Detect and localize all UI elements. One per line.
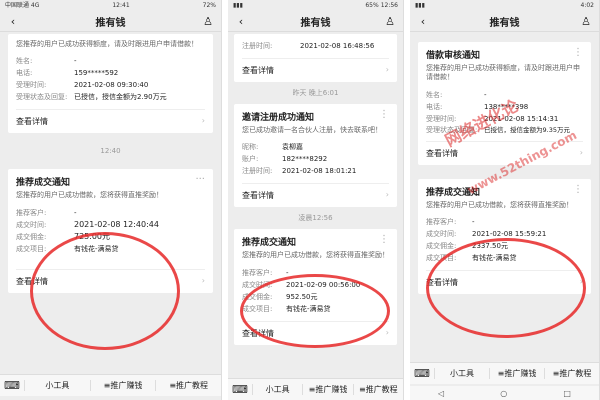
card-desc: 您推荐的用户已成功获得额度，请及时跟进用户申请借款！	[16, 40, 198, 48]
keyboard-icon[interactable]: ⌨	[228, 383, 252, 396]
timestamp-divider: 12:40	[100, 147, 121, 156]
status-bar: ▮▮▮ 65% 12:56	[228, 0, 403, 12]
status-bar: ▮▮▮ 4:02	[410, 0, 599, 12]
battery-label: 65%	[365, 2, 379, 9]
back-icon[interactable]: ‹	[416, 15, 430, 28]
keyboard-icon[interactable]: ⌨	[0, 379, 24, 392]
invite-success-card: ⋮ 邀请注册成功通知 您已成功邀请一名合伙人注册，快去联系吧！ 昵称: 袁柳嘉 账…	[234, 104, 397, 208]
tab-tools[interactable]: 小工具	[24, 380, 90, 391]
title-bar: ‹ 推有钱 ♙	[228, 12, 403, 32]
timestamp-divider: 凌晨12:56	[298, 214, 333, 223]
back-icon[interactable]: ‹	[234, 15, 248, 28]
card-title: 借款审核通知	[426, 51, 481, 61]
tab-tools[interactable]: 小工具	[434, 368, 489, 379]
card-row: 姓名: -	[16, 57, 77, 66]
card-row: 受理状态及回复: 已授信，授信金额为2.90万元	[16, 93, 167, 102]
bottom-tab-bar: ⌨ 小工具 ≡推广赚钱 ≡推广教程	[228, 378, 403, 400]
card-row: 昵称: 袁柳嘉	[242, 143, 303, 152]
bottom-tab-bar: ⌨ 小工具 ≡推广赚钱 ≡推广教程	[410, 362, 599, 384]
more-icon[interactable]: ⋮	[573, 184, 583, 195]
signal-icon: ▮▮▮	[233, 2, 243, 9]
clock: 12:56	[380, 2, 398, 9]
page-title: 推有钱	[95, 18, 126, 29]
back-icon[interactable]: ‹	[6, 15, 20, 28]
phone-screenshot-1: 中国联通 4G 12:41 72% ‹ 推有钱 ♙ 您推荐的用户已成功获得额度，…	[0, 0, 222, 400]
card-desc: 您推荐的用户已成功借款，您将获得直推奖励！	[426, 200, 573, 209]
keyboard-icon[interactable]: ⌨	[410, 367, 434, 380]
phone-screenshot-2: ▮▮▮ 65% 12:56 ‹ 推有钱 ♙ 注册时间: 2021-02-08 16:…	[228, 0, 404, 400]
profile-icon[interactable]: ♙	[383, 15, 397, 28]
clock: 12:41	[112, 2, 130, 9]
more-icon[interactable]: ⋮	[379, 234, 389, 245]
register-card-partial: 注册时间: 2021-02-08 16:48:56 查看详情 ›	[234, 34, 397, 82]
page-title: 推有钱	[300, 18, 331, 29]
more-icon[interactable]: ···	[195, 174, 205, 185]
card-title: 推荐成交通知	[426, 187, 481, 198]
audit-notice-card: 您推荐的用户已成功获得额度，请及时跟进用户申请借款！ 姓名: - 电话: 159**…	[8, 34, 213, 134]
highlight-circle	[30, 232, 180, 350]
highlight-circle	[240, 274, 390, 348]
tab-promote-guide[interactable]: ≡推广教程	[155, 380, 221, 391]
signal-icon: ▮▮▮	[415, 2, 425, 9]
chevron-right-icon: ›	[201, 275, 205, 285]
title-bar: ‹ 推有钱 ♙	[0, 12, 221, 32]
chevron-right-icon: ›	[385, 327, 389, 337]
highlight-circle	[426, 238, 586, 338]
tab-promote-earn[interactable]: ≡推广赚钱	[489, 368, 544, 379]
profile-icon[interactable]: ♙	[201, 15, 215, 28]
card-title: 邀请注册成功通知	[242, 113, 315, 123]
more-icon[interactable]: ⋮	[379, 109, 389, 120]
profile-icon[interactable]: ♙	[579, 15, 593, 28]
view-details-link[interactable]: 查看详情 ›	[16, 109, 205, 127]
timestamp-divider: 昨天 晚上6:01	[292, 89, 339, 97]
card-row: 成交时间: 2021-02-08 12:40:44	[16, 219, 159, 229]
card-row: 账户: 182****8292	[242, 155, 328, 164]
carrier-label: 中国联通 4G	[5, 2, 40, 9]
nav-recent-icon[interactable]: □	[563, 389, 571, 398]
card-title: 推荐成交通知	[242, 238, 297, 249]
bottom-tab-bar: ⌨ 小工具 ≡推广赚钱 ≡推广教程	[0, 374, 221, 396]
card-row: 受理时间: 2021-02-08 09:30:40	[16, 81, 149, 90]
view-details-link[interactable]: 查看详情 ›	[242, 58, 389, 76]
card-row: 注册时间: 2021-02-08 18:01:21	[242, 167, 357, 176]
nav-home-icon[interactable]: ○	[500, 389, 507, 398]
card-row: 注册时间: 2021-02-08 16:48:56	[242, 42, 375, 50]
page-title: 推有钱	[489, 18, 520, 29]
nav-back-icon[interactable]: ◁	[438, 389, 444, 398]
tab-tools[interactable]: 小工具	[252, 384, 302, 395]
card-desc: 您推荐的用户已成功借款，您将获得直推奖励！	[242, 251, 389, 260]
tab-promote-guide[interactable]: ≡推广教程	[352, 384, 403, 395]
battery-label: 72%	[202, 2, 216, 9]
tab-promote-earn[interactable]: ≡推广赚钱	[302, 384, 352, 395]
status-bar: 中国联通 4G 12:41 72%	[0, 0, 221, 12]
clock: 4:02	[580, 2, 594, 9]
card-desc: 您推荐的用户已成功借款，您将获得直推奖励！	[16, 191, 163, 200]
chevron-right-icon: ›	[201, 116, 205, 126]
android-nav-bar: ◁ ○ □	[410, 386, 599, 400]
card-row: 推荐客户: -	[426, 218, 475, 227]
chevron-right-icon: ›	[385, 190, 389, 200]
chevron-right-icon: ›	[579, 147, 583, 157]
card-title: 推荐成交通知	[16, 178, 71, 189]
tab-promote-guide[interactable]: ≡推广教程	[544, 368, 599, 379]
title-bar: ‹ 推有钱 ♙	[410, 12, 599, 32]
card-desc: 您已成功邀请一名合伙人注册，快去联系吧！	[242, 126, 382, 134]
card-row: 推荐客户: -	[16, 208, 77, 217]
view-details-link[interactable]: 查看详情 ›	[242, 183, 389, 201]
card-row: 电话: 159*****592	[16, 69, 119, 78]
chevron-right-icon: ›	[385, 65, 389, 74]
tab-promote-earn[interactable]: ≡推广赚钱	[89, 380, 156, 391]
